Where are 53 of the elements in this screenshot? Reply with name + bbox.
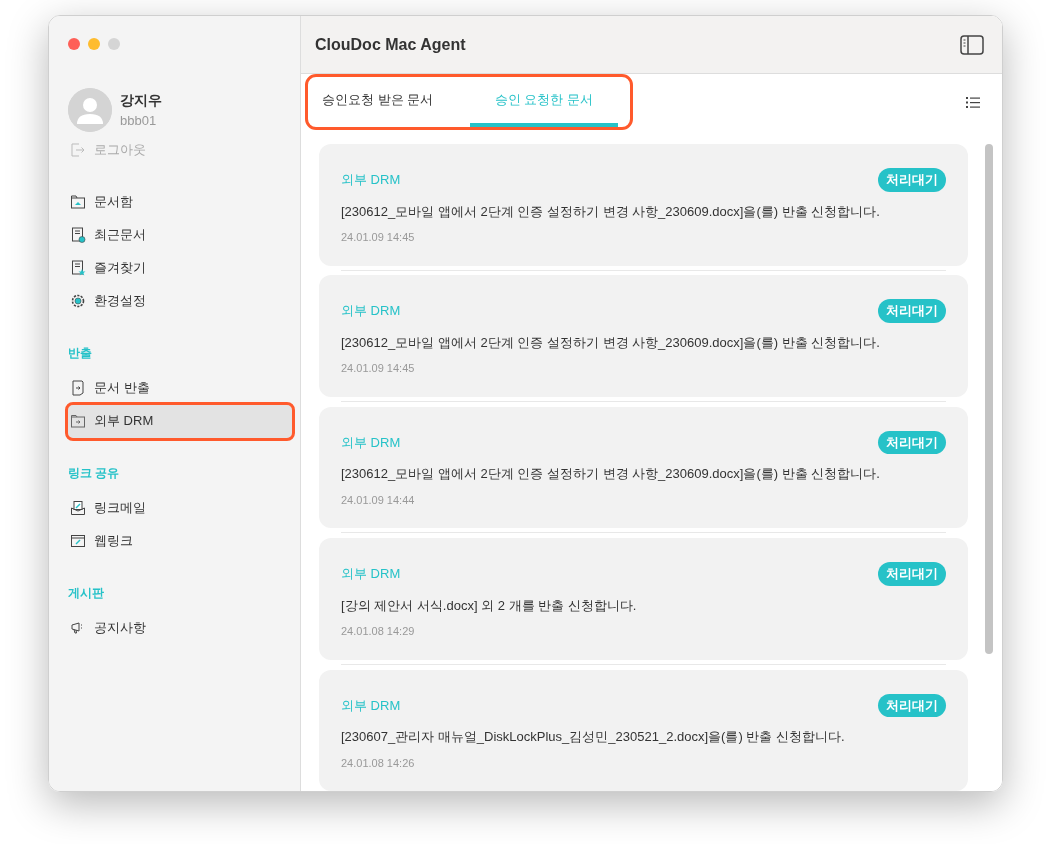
tab[interactable]: 승인요청 받은 문서	[316, 77, 466, 127]
section-heading: 게시판	[68, 584, 105, 602]
request-type: 외부 DRM	[341, 302, 401, 321]
request-message: [230607_관리자 매뉴얼_DiskLockPlus_김성민_230521_2.docx]을(를) 반출 신청합니다.	[341, 728, 846, 746]
request-type: 외부 DRM	[341, 171, 401, 189]
envelope-icon	[70, 500, 86, 516]
request-card[interactable]: 외부 DRM 처리대기 [230612_모바일 앱에서 2단계 인증 설정하기 변경 사항_230609.docx]을(를) 반출 신청합니다. 24.01.09 14:45	[319, 144, 968, 266]
request-message: [230612_모바일 앱에서 2단계 인증 설정하기 변경 사항_230609.docx]을(를) 반출 신청합니다.	[341, 202, 881, 221]
sidebar-item[interactable]: 웹링크	[68, 524, 292, 558]
sidebar-item[interactable]: 문서 반출	[68, 371, 292, 405]
scrollbar-thumb[interactable]	[985, 144, 993, 654]
sidebar-item[interactable]: 외부 DRM	[68, 404, 292, 438]
section-heading: 반출	[68, 344, 93, 362]
minimize-button[interactable]	[88, 38, 100, 50]
request-card[interactable]: 외부 DRM 처리대기 [230612_모바일 앱에서 2단계 인증 설정하기 변경 사항_230609.docx]을(를) 반출 신청합니다. 24.01.09 14:45	[319, 275, 968, 397]
status-badge: 처리대기	[878, 430, 946, 455]
user-id: bbb01	[120, 111, 158, 130]
logout-icon	[70, 141, 86, 158]
request-message: [230612_모바일 앱에서 2단계 인증 설정하기 변경 사항_230609.docx]을(를) 반출 신청합니다.	[341, 465, 881, 484]
status-badge: 처리대기	[878, 168, 946, 192]
settings-icon	[70, 293, 86, 309]
sidebar-item[interactable]: 링크메일	[68, 491, 292, 525]
sidebar-toggle-icon[interactable]	[960, 34, 984, 55]
status-badge: 처리대기	[878, 562, 946, 586]
sidebar-item[interactable]: 문서함	[68, 185, 292, 219]
sidebar-item[interactable]: 최근문서	[68, 218, 292, 252]
sidebar-item[interactable]: 환경설정	[68, 284, 292, 318]
request-card[interactable]: 외부 DRM 처리대기 [230607_관리자 매뉴얼_DiskLockPlus_김성민_230521_2.docx]을(를) 반출 신청합니다. 24.01.08 14:26	[319, 669, 968, 791]
request-time: 24.01.09 14:44	[341, 492, 416, 508]
request-message: [230612_모바일 앱에서 2단계 인증 설정하기 변경 사항_230609.docx]을(를) 반출 신청합니다.	[341, 333, 881, 352]
list-view-icon[interactable]	[966, 96, 980, 108]
section-heading: 링크 공유	[68, 464, 121, 482]
request-card[interactable]: 외부 DRM 처리대기 [강의 제안서 서식.docx] 외 2 개를 반출 신청합니다. 24.01.08 14:29	[319, 538, 968, 660]
request-type: 외부 DRM	[341, 565, 401, 584]
request-time: 24.01.08 14:29	[341, 624, 416, 640]
request-message: [강의 제안서 서식.docx] 외 2 개를 반출 신청합니다.	[341, 596, 638, 615]
document-arrow-icon	[70, 380, 86, 396]
document-clock-icon	[70, 227, 86, 243]
status-badge: 처리대기	[878, 693, 946, 717]
sidebar-item[interactable]: 즐겨찾기	[68, 251, 292, 285]
request-type: 외부 DRM	[341, 696, 401, 715]
request-time: 24.01.09 14:45	[341, 361, 416, 377]
window-title: ClouDoc Mac Agent	[315, 34, 466, 55]
folder-icon	[70, 194, 86, 210]
sidebar-item[interactable]: 공지사항	[68, 611, 292, 645]
request-time: 24.01.08 14:26	[341, 755, 416, 771]
user-name: 강지우	[120, 90, 162, 110]
request-type: 외부 DRM	[341, 433, 401, 452]
status-badge: 처리대기	[878, 299, 946, 323]
close-button[interactable]	[68, 38, 80, 50]
browser-link-icon	[70, 533, 86, 549]
request-card[interactable]: 외부 DRM 처리대기 [230612_모바일 앱에서 2단계 인증 설정하기 변경 사항_230609.docx]을(를) 반출 신청합니다. 24.01.09 14:44	[319, 406, 968, 529]
request-time: 24.01.09 14:45	[341, 230, 416, 245]
